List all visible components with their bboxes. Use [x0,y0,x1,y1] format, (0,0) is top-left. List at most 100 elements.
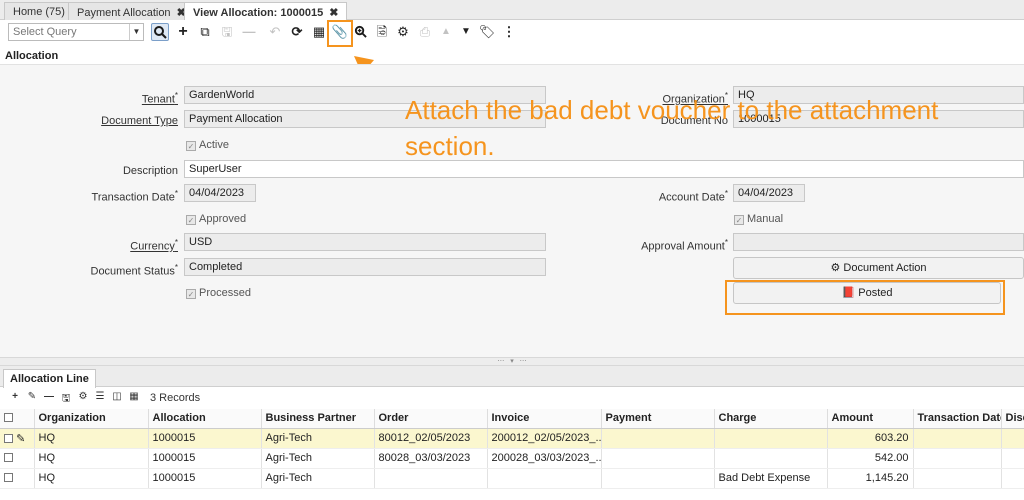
cell-allocation[interactable]: 1000015 [148,448,262,469]
tab-payment-allocation[interactable]: Payment Allocation ✖ [68,2,195,20]
grid-toolbar: + ✎ — 🖫 ⚙ ☰ ◫ ▦ 3 Records [0,389,1024,407]
check-icon: ✓ [186,289,196,299]
edit-icon[interactable]: ✎ [16,433,25,445]
cell-organization[interactable]: HQ [34,468,149,489]
cell-invoice[interactable]: 200012_02/05/2023_... [487,428,602,449]
currency-label-text: Currency [130,240,175,253]
cell-order[interactable]: 80012_02/05/2023 [374,428,488,449]
delete-icon[interactable]: — [43,391,55,402]
processed-checkbox[interactable]: ✓ Processed [186,287,251,299]
delete-icon[interactable]: — [240,23,258,41]
row-select[interactable] [0,468,35,489]
cell-allocation[interactable]: 1000015 [148,428,262,449]
cell-amount[interactable]: 603.20 [827,428,914,449]
column-header[interactable]: Disc [1001,409,1024,429]
gear-icon[interactable]: ⚙ [77,391,89,402]
cell-amount[interactable]: 1,145.20 [827,468,914,489]
column-header[interactable]: Charge [714,409,828,429]
row-select[interactable] [0,448,35,469]
cell-organization[interactable]: HQ [34,448,149,469]
cell-transaction-date[interactable] [913,448,1002,469]
more-icon[interactable]: ⋮ [500,23,518,41]
select-all-checkbox[interactable] [0,409,35,429]
cell-amount[interactable]: 542.00 [827,448,914,469]
tag-icon[interactable]: 🏷 [478,23,496,41]
cell-disc[interactable] [1001,448,1024,469]
print-icon[interactable]: ⎙ [416,23,434,41]
description-field[interactable]: SuperUser [184,160,1024,178]
currency-label[interactable]: Currency* [130,238,178,253]
document-action-button[interactable]: ⚙ Document Action [733,257,1024,279]
tab-allocation-line[interactable]: Allocation Line [3,369,96,388]
active-checkbox[interactable]: ✓ Active [186,139,229,151]
column-header[interactable]: Business Partner [261,409,375,429]
cell-partner[interactable]: Agri-Tech [261,468,375,489]
tab-view-allocation[interactable]: View Allocation: 1000015 ✖ [184,2,348,21]
grid-toggle-icon[interactable]: ▦ [310,23,328,41]
document-status-field[interactable]: Completed [184,258,546,276]
column-header[interactable]: Order [374,409,488,429]
column-header[interactable]: Invoice [487,409,602,429]
column-header[interactable]: Payment [601,409,715,429]
refresh-icon[interactable]: ⟳ [288,23,306,41]
cell-disc[interactable] [1001,468,1024,489]
close-icon[interactable]: ✖ [329,7,338,19]
table-row[interactable]: HQ 1000015 Agri-Tech 80028_03/03/2023 20… [0,448,1024,469]
tenant-label[interactable]: Tenant* [142,91,178,106]
cell-charge[interactable] [714,448,828,469]
cell-transaction-date[interactable] [913,468,1002,489]
up-icon[interactable]: ▲ [437,23,455,41]
zoom-icon[interactable] [351,23,369,41]
cell-allocation[interactable]: 1000015 [148,468,262,489]
save-icon[interactable]: 🖫 [60,391,72,408]
report-icon[interactable]: ☰ [94,391,106,402]
new-record-icon[interactable]: + [174,23,192,41]
cell-organization[interactable]: HQ [34,428,149,449]
transaction-date-field[interactable]: 04/04/2023 [184,184,256,202]
column-header[interactable]: Allocation [148,409,262,429]
report-icon[interactable]: 🗟 [373,23,391,41]
row-select[interactable]: ✎ [0,428,35,449]
down-icon[interactable]: ▼ [457,23,475,41]
tab-home[interactable]: Home (75) [4,2,74,20]
grid-toggle-icon[interactable]: ▦ [128,391,140,402]
annotation-line-2: section. [405,131,495,161]
cell-payment[interactable] [601,428,715,449]
copy-icon[interactable]: ⧉ [196,23,214,41]
columns-icon[interactable]: ◫ [111,391,123,402]
document-type-label[interactable]: Document Type [101,115,178,127]
column-header[interactable]: Transaction Date [913,409,1002,429]
account-date-label-text: Account Date [658,191,725,204]
cell-partner[interactable]: Agri-Tech [261,428,375,449]
cell-transaction-date[interactable] [913,428,1002,449]
cell-order[interactable] [374,468,488,489]
gear-icon[interactable]: ⚙ [394,23,412,41]
query-select[interactable]: Select Query ▼ [8,23,144,41]
edit-icon[interactable]: ✎ [26,391,38,402]
cell-disc[interactable] [1001,428,1024,449]
cell-partner[interactable]: Agri-Tech [261,448,375,469]
cell-payment[interactable] [601,468,715,489]
save-icon[interactable]: 🖫 [218,23,236,41]
manual-checkbox[interactable]: ✓ Manual [734,213,783,225]
table-row[interactable]: HQ 1000015 Agri-Tech Bad Debt Expense 1,… [0,468,1024,489]
new-record-icon[interactable]: + [9,391,21,402]
allocation-line-table: Organization Allocation Business Partner… [0,409,1024,489]
panel-splitter[interactable]: ⋯ ▾ ⋯ [0,357,1024,366]
cell-order[interactable]: 80028_03/03/2023 [374,448,488,469]
chevron-down-icon[interactable]: ▼ [129,24,143,40]
account-date-field[interactable]: 04/04/2023 [733,184,805,202]
cell-charge[interactable] [714,428,828,449]
approved-checkbox[interactable]: ✓ Approved [186,213,246,225]
cell-invoice[interactable] [487,468,602,489]
search-icon[interactable] [151,23,169,41]
cell-payment[interactable] [601,448,715,469]
cell-invoice[interactable]: 200028_03/03/2023_... [487,448,602,469]
column-header[interactable]: Amount [827,409,914,429]
approval-amount-field[interactable] [733,233,1024,251]
currency-field[interactable]: USD [184,233,546,251]
cell-charge[interactable]: Bad Debt Expense [714,468,828,489]
table-row[interactable]: ✎ HQ 1000015 Agri-Tech 80012_02/05/2023 … [0,428,1024,449]
undo-icon[interactable]: ↶ [266,23,284,41]
column-header[interactable]: Organization [34,409,149,429]
